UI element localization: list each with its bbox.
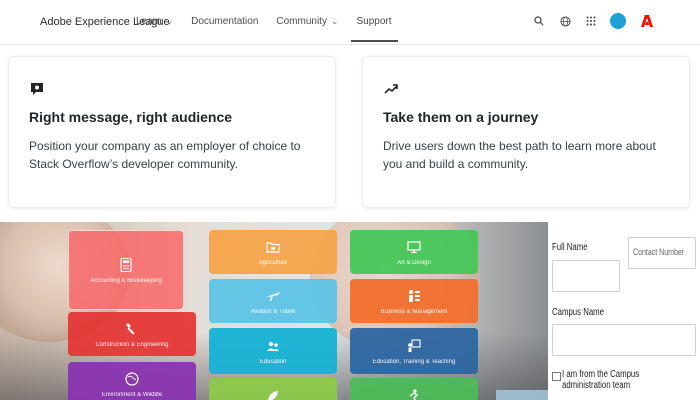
full-name-label: Full Name — [552, 242, 588, 253]
card-title: Take them on a journey — [383, 109, 539, 125]
tile-aviation[interactable]: Aviation & Travel — [209, 279, 337, 323]
tile-agriculture[interactable]: Agriculture — [209, 230, 337, 274]
tile-label: Education — [259, 358, 287, 365]
chevron-down-icon: ⌄ — [165, 16, 174, 26]
campus-name-label: Campus Name — [552, 307, 605, 318]
business-people-icon — [409, 289, 420, 302]
calculator-icon — [120, 257, 132, 272]
nav-learn-label: Learn — [136, 16, 162, 27]
apps-grid-icon[interactable] — [584, 14, 598, 28]
admin-checkbox[interactable] — [552, 372, 561, 381]
overlay-chip — [496, 390, 548, 400]
card-title: Right message, right audience — [29, 109, 233, 125]
tile-art-design[interactable]: Art & Design — [350, 230, 478, 274]
globe-icon[interactable] — [558, 14, 572, 28]
nav-community-label: Community — [276, 16, 327, 27]
tile-construction[interactable]: Construction & Engineering — [68, 312, 196, 356]
feature-cards: Right message, right audience Position y… — [8, 56, 692, 208]
tile-environment[interactable]: Environment & Wildlife — [68, 362, 196, 400]
category-collage: Accounting & Bookkeeping Construction & … — [0, 222, 548, 400]
feature-card-right-message: Right message, right audience Position y… — [8, 56, 336, 208]
nav-documentation[interactable]: Documentation — [191, 16, 258, 27]
main-nav: Learn ⌄ Documentation Community ⌄ Suppor… — [136, 16, 398, 42]
nav-community[interactable]: Community ⌄ — [276, 16, 338, 27]
tile-label: Aviation & Travel — [250, 308, 296, 315]
nav-support-label: Support — [356, 16, 392, 27]
chevron-down-icon: ⌄ — [330, 16, 339, 26]
tile-label: Agriculture — [258, 259, 288, 266]
full-name-input[interactable] — [552, 260, 620, 292]
people-icon — [267, 341, 279, 351]
top-nav-bar: Adobe Experience League Learn ⌄ Document… — [0, 0, 700, 45]
tile-label: Art & Design — [397, 259, 431, 266]
wrench-icon — [126, 322, 135, 335]
leaf-icon — [268, 390, 278, 400]
contact-number-input[interactable]: Contact Number — [628, 237, 696, 269]
airplane-icon — [266, 291, 280, 301]
card-body: Position your company as an employer of … — [29, 139, 301, 171]
header-actions — [532, 12, 656, 30]
search-icon[interactable] — [532, 14, 546, 28]
tile-label: Environment & Wildlife — [101, 391, 163, 398]
tile-business[interactable]: Business & Management — [350, 279, 478, 323]
admin-checkbox-label: I am from the Campus administration team — [562, 369, 640, 391]
sports-icon — [409, 388, 419, 400]
card-body: Drive users down the best path to learn … — [383, 139, 656, 171]
adobe-logo[interactable] — [638, 12, 656, 30]
teacher-icon — [408, 338, 421, 352]
feature-card-journey: Take them on a journey Drive users down … — [362, 56, 690, 208]
tile-label: Education, Training & Teaching — [372, 358, 456, 365]
speech-bubble-icon — [29, 81, 47, 99]
avatar[interactable] — [610, 13, 626, 29]
nav-support[interactable]: Support — [350, 16, 398, 42]
nav-documentation-label: Documentation — [191, 16, 259, 27]
tile-label: Accounting & Bookkeeping — [90, 277, 162, 284]
nav-learn[interactable]: Learn ⌄ — [136, 16, 173, 27]
tile-education[interactable]: Education — [209, 328, 337, 374]
trend-arrow-icon — [383, 81, 401, 99]
campus-name-input[interactable] — [552, 324, 696, 356]
contact-number-placeholder: Contact Number — [633, 247, 685, 257]
tile-label: Construction & Engineering — [95, 341, 169, 348]
registration-form: Full Name Contact Number Campus Name I a… — [548, 222, 700, 400]
folder-icon — [266, 241, 280, 253]
tile-teaching[interactable]: Education, Training & Teaching — [350, 328, 478, 374]
tile-category[interactable] — [350, 378, 478, 400]
monitor-icon — [407, 240, 421, 253]
tile-label: Business & Management — [380, 308, 448, 315]
globe-icon — [125, 371, 139, 386]
tile-accounting[interactable]: Accounting & Bookkeeping — [68, 230, 184, 310]
tile-category[interactable] — [209, 378, 337, 400]
